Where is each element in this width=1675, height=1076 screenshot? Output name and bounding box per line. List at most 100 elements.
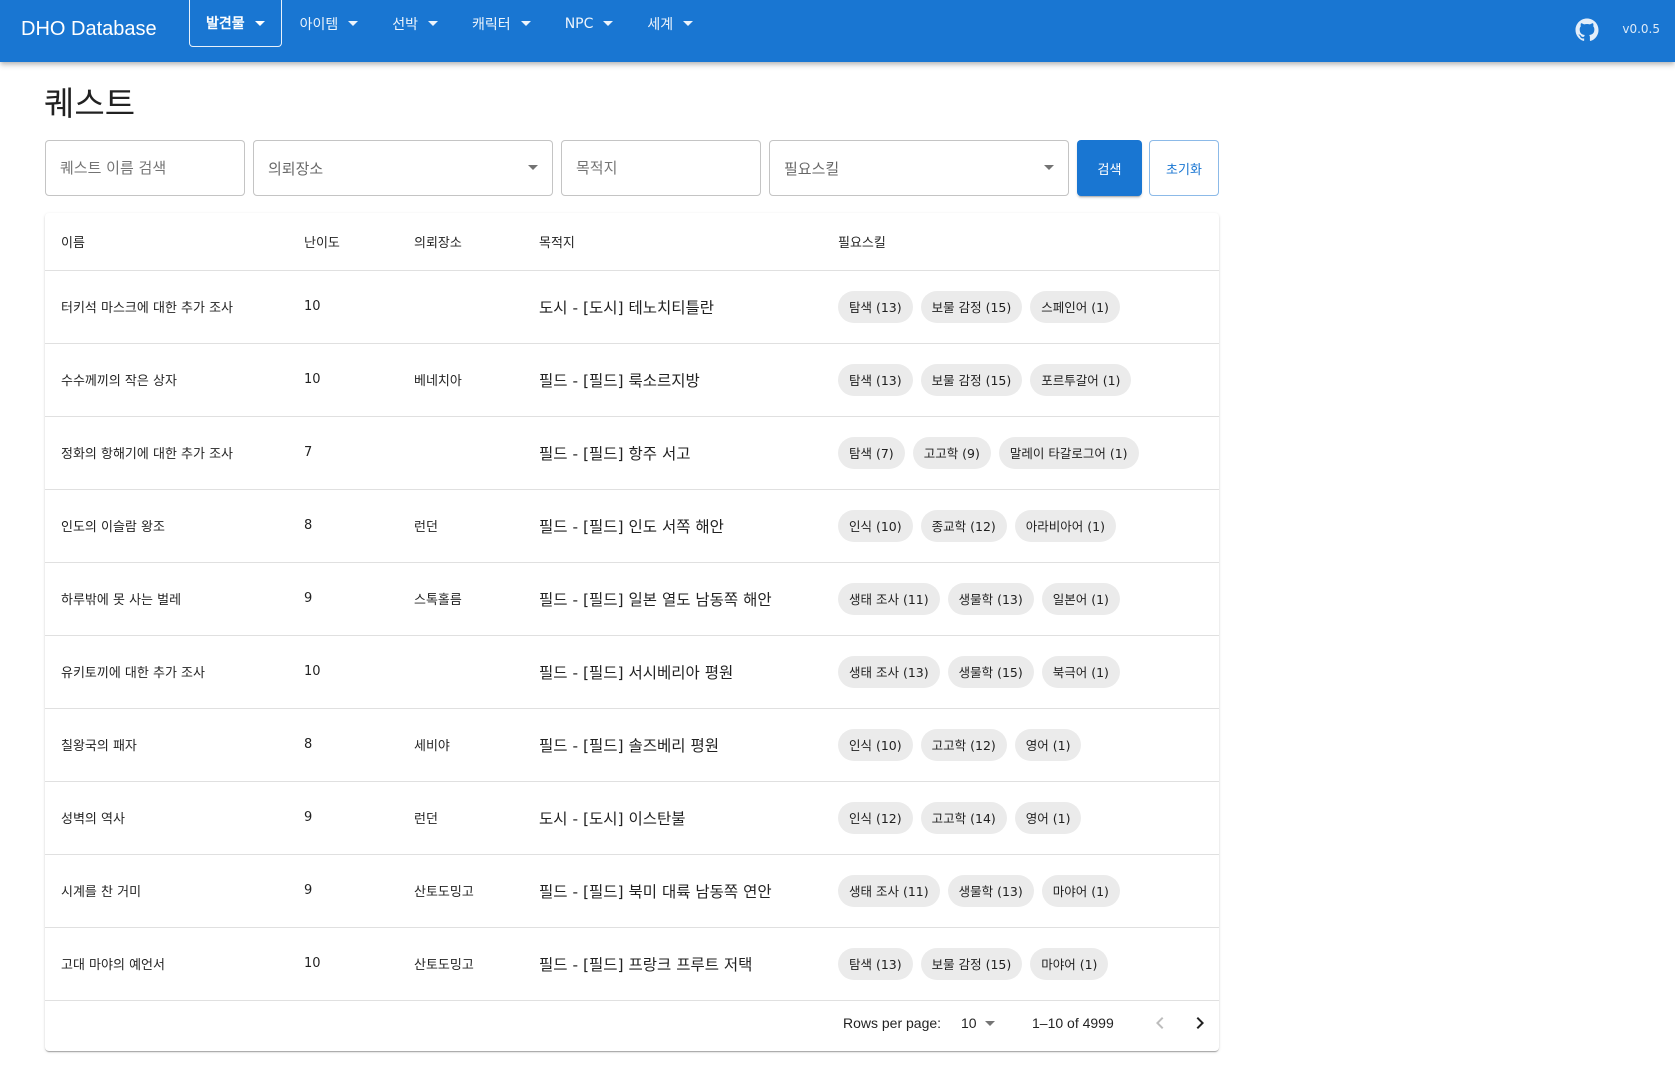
table-row[interactable]: 칠왕국의 패자 8 세비야 필드 - [필드] 솔즈베리 평원 인식 (10) 고고학 (…: [45, 708, 1219, 782]
table-row[interactable]: 터키석 마스크에 대한 추가 조사 10 도시 - [도시] 테노치티틀란 탐색 (1…: [45, 270, 1219, 344]
skill-chip: 일본어 (1): [1041, 582, 1120, 615]
client-cell: [398, 270, 523, 344]
github-icon[interactable]: [1575, 18, 1599, 42]
column-header: 목적지: [523, 213, 822, 271]
client-select[interactable]: 의뢰장소: [253, 140, 553, 196]
skill-chip: 종교학 (12): [920, 509, 1007, 542]
rows-per-page-select[interactable]: 10: [961, 1015, 995, 1031]
difficulty-cell: 7: [288, 416, 398, 490]
caret-down-icon: [603, 21, 614, 26]
skill-chip: 인식 (10): [838, 509, 913, 542]
quest-name-cell: 정화의 항해기에 대한 추가 조사: [45, 416, 288, 490]
chevron-down-icon: [984, 1020, 995, 1026]
brand-title[interactable]: DHO Database: [21, 16, 157, 42]
destination-cell: 필드 - [필드] 북미 대륙 남동쪽 연안: [523, 854, 822, 928]
nav-item-2[interactable]: 선박: [376, 0, 454, 47]
table-row[interactable]: 고대 마야의 예언서 10 산토도밍고 필드 - [필드] 프랑크 프루트 저택 탐색 …: [45, 927, 1219, 1001]
nav-item-5[interactable]: 세계: [631, 0, 709, 47]
difficulty-cell: 10: [288, 635, 398, 709]
skills-cell: 탐색 (13) 보물 감정 (15) 포르투갈어 (1): [822, 343, 1219, 417]
version-label: v0.0.5: [1622, 22, 1660, 36]
destination-cell: 필드 - [필드] 일본 열도 남동쪽 해안: [523, 562, 822, 636]
quest-name-input[interactable]: [46, 141, 244, 195]
destination-cell: 필드 - [필드] 솔즈베리 평원: [523, 708, 822, 782]
skill-chip: 말레이 타갈로그어 (1): [998, 436, 1139, 469]
rows-per-page-label: Rows per page:: [843, 1015, 942, 1031]
caret-down-icon: [254, 20, 265, 26]
difficulty-cell: 10: [288, 927, 398, 1001]
quest-name-cell: 시계를 찬 거미: [45, 854, 288, 928]
quest-name-cell: 유키토끼에 대한 추가 조사: [45, 635, 288, 709]
skill-chip: 보물 감정 (15): [920, 947, 1023, 980]
chevron-left-icon[interactable]: [1148, 1011, 1172, 1035]
difficulty-cell: 8: [288, 708, 398, 782]
chevron-right-icon[interactable]: [1188, 1011, 1212, 1035]
skills-cell: 인식 (12) 고고학 (14) 영어 (1): [822, 781, 1219, 855]
client-cell: 런던: [398, 489, 523, 563]
destination-input[interactable]: [562, 141, 760, 195]
table-row[interactable]: 인도의 이슬람 왕조 8 런던 필드 - [필드] 인도 서쪽 해안 인식 (10) 종교…: [45, 489, 1219, 563]
difficulty-cell: 9: [288, 781, 398, 855]
caret-down-icon: [520, 21, 531, 26]
quest-name-cell: 인도의 이슬람 왕조: [45, 489, 288, 563]
skill-chip: 보물 감정 (15): [920, 363, 1023, 396]
destination-field[interactable]: [561, 140, 761, 196]
skills-cell: 생태 조사 (13) 생물학 (15) 북극어 (1): [822, 635, 1219, 709]
quest-table: 이름 난이도 의뢰장소 목적지 필요스킬 터키석 마스크에 대한 추가 조사 10 도시 -…: [45, 213, 1219, 1001]
client-cell: 스톡홀름: [398, 562, 523, 636]
nav-item-0[interactable]: 발견물: [189, 0, 282, 47]
difficulty-cell: 9: [288, 854, 398, 928]
quest-name-cell: 고대 마야의 예언서: [45, 927, 288, 1001]
skills-cell: 인식 (10) 종교학 (12) 아라비아어 (1): [822, 489, 1219, 563]
skill-chip: 탐색 (13): [838, 363, 913, 396]
caret-down-icon: [683, 21, 694, 26]
nav-item-label: 선박: [392, 16, 419, 33]
skill-chip: 포르투갈어 (1): [1030, 363, 1132, 396]
page-title: 퀘스트: [44, 84, 136, 123]
skill-chip: 인식 (12): [838, 801, 913, 834]
quest-name-field[interactable]: [45, 140, 245, 196]
skill-chip: 마야어 (1): [1041, 874, 1120, 907]
search-button[interactable]: 검색: [1077, 140, 1142, 196]
pagination: Rows per page: 10 1–10 of 4999: [45, 998, 1219, 1051]
skill-chip: 영어 (1): [1014, 801, 1082, 834]
column-header: 필요스킬: [822, 213, 1219, 271]
skill-chip: 스페인어 (1): [1030, 290, 1120, 323]
skill-chip: 고고학 (9): [912, 436, 991, 469]
skill-chip: 생물학 (15): [947, 655, 1034, 688]
app-bar: DHO Database 발견물 아이템 선박 캐릭터 NPC 세계 v0.0.5: [0, 0, 1675, 62]
table-row[interactable]: 수수께끼의 작은 상자 10 베네치아 필드 - [필드] 룩소르지방 탐색 (13) 보…: [45, 343, 1219, 417]
chevron-down-icon: [1044, 165, 1054, 170]
table-row[interactable]: 하루밖에 못 사는 벌레 9 스톡홀름 필드 - [필드] 일본 열도 남동쪽 해안 생…: [45, 562, 1219, 636]
nav-item-1[interactable]: 아이템: [284, 0, 375, 47]
skill-chip: 생물학 (13): [947, 874, 1034, 907]
nav-item-4[interactable]: NPC: [549, 0, 630, 47]
table-row[interactable]: 시계를 찬 거미 9 산토도밍고 필드 - [필드] 북미 대륙 남동쪽 연안 생태 조…: [45, 854, 1219, 928]
skill-chip: 생태 조사 (11): [838, 874, 940, 907]
nav-item-label: 아이템: [299, 16, 339, 33]
reset-button[interactable]: 초기화: [1149, 140, 1219, 196]
client-cell: 런던: [398, 781, 523, 855]
table-row[interactable]: 정화의 항해기에 대한 추가 조사 7 필드 - [필드] 항주 서고 탐색 (7) 고…: [45, 416, 1219, 490]
nav-item-label: 캐릭터: [472, 16, 511, 33]
client-cell: 베네치아: [398, 343, 523, 417]
destination-cell: 필드 - [필드] 서시베리아 평원: [523, 635, 822, 709]
client-select-label: 의뢰장소: [268, 159, 324, 178]
skill-chip: 고고학 (12): [920, 728, 1007, 761]
difficulty-cell: 10: [288, 343, 398, 417]
caret-down-icon: [348, 21, 359, 26]
table-row[interactable]: 유키토끼에 대한 추가 조사 10 필드 - [필드] 서시베리아 평원 생태 조사 …: [45, 635, 1219, 709]
destination-cell: 필드 - [필드] 프랑크 프루트 저택: [523, 927, 822, 1001]
quest-name-cell: 터키석 마스크에 대한 추가 조사: [45, 270, 288, 344]
destination-cell: 필드 - [필드] 항주 서고: [523, 416, 822, 490]
skills-cell: 생태 조사 (11) 생물학 (13) 마야어 (1): [822, 854, 1219, 928]
rows-per-page-value: 10: [961, 1015, 977, 1031]
nav-item-3[interactable]: 캐릭터: [456, 0, 547, 47]
skill-select[interactable]: 필요스킬: [769, 140, 1069, 196]
chevron-down-icon: [528, 165, 538, 170]
column-header: 이름: [45, 213, 288, 271]
table-row[interactable]: 성벽의 역사 9 런던 도시 - [도시] 이스탄불 인식 (12) 고고학 (14) 영어…: [45, 781, 1219, 855]
skill-chip: 인식 (10): [838, 728, 913, 761]
difficulty-cell: 8: [288, 489, 398, 563]
skill-chip: 북극어 (1): [1041, 655, 1120, 688]
